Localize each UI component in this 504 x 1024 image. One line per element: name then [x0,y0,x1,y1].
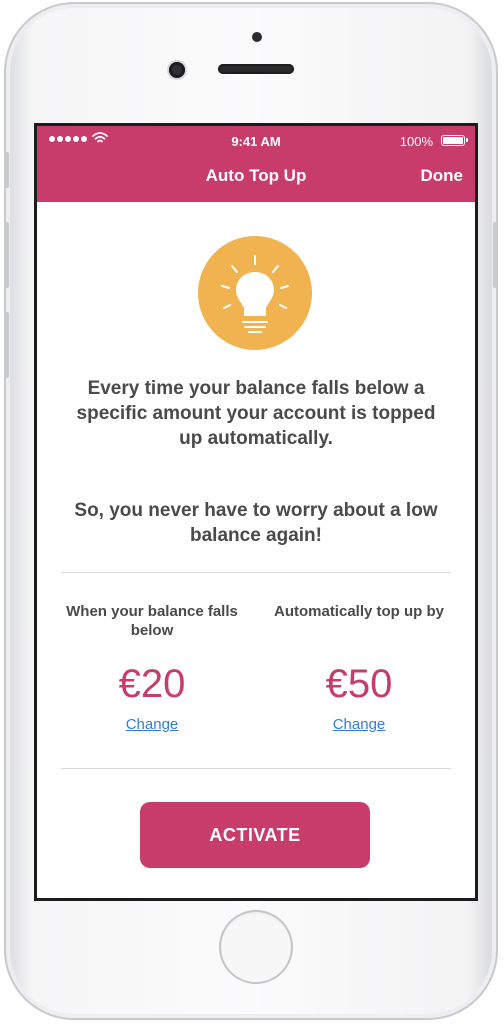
power-button [493,222,498,288]
intro-text: Every time your balance falls below a sp… [76,378,436,449]
status-bar: 9:41 AM 100% [37,126,475,156]
battery-percent: 100% [399,134,433,149]
mute-switch [4,152,9,188]
done-button[interactable]: Done [421,166,464,186]
volume-up-button [4,222,9,288]
proximity-sensor [252,32,262,42]
topup-amount: €50 [325,662,393,706]
header-bar: 9:41 AM 100% Auto Top Up Done [37,126,475,202]
threshold-amount: €20 [118,662,186,706]
threshold-label: When your balance falls below [66,603,238,639]
page-title: Auto Top Up [205,166,307,185]
activate-button[interactable]: ACTIVATE [140,802,370,868]
intro-subtext: So, you never have to worry about a low … [74,500,438,546]
divider [61,572,451,573]
front-camera [169,62,185,78]
threshold-change-link[interactable]: Change [126,716,179,733]
home-button[interactable] [219,910,293,984]
battery-icon [441,135,468,146]
topup-label: Automatically top up by [273,603,444,620]
volume-down-button [4,312,9,378]
divider [61,768,451,769]
app-screen: 9:41 AM 100% Auto Top Up Done Every time… [37,126,475,898]
lightbulb-icon [198,236,312,350]
threshold-section: When your balance falls below €20 Change [62,602,242,734]
topup-section: Automatically top up by €50 Change [269,602,449,734]
earpiece-speaker [218,64,294,74]
phone-frame: 9:41 AM 100% Auto Top Up Done Every time… [4,2,498,1020]
topup-change-link[interactable]: Change [333,716,386,733]
